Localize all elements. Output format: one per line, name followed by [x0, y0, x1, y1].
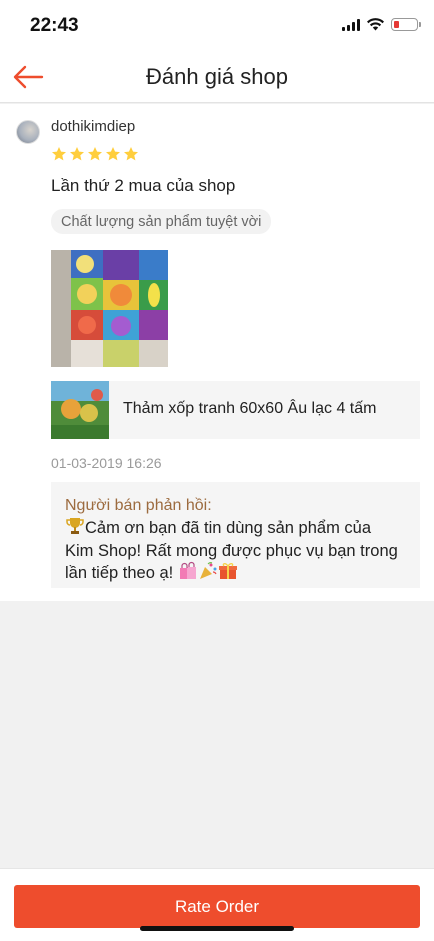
star-icon: [88, 147, 102, 161]
wifi-icon: [367, 18, 384, 31]
review-photo-image: [51, 250, 168, 367]
seller-reply-text: Cảm ơn bạn đã tin dùng sản phẩm của Kim …: [65, 516, 406, 587]
home-indicator: [140, 926, 294, 931]
review-tag: Chất lượng sản phẩm tuyệt vời: [51, 209, 272, 234]
product-thumbnail: [51, 381, 109, 439]
review-photo[interactable]: [51, 250, 168, 367]
star-icon: [70, 147, 84, 161]
seller-reply-line-2: Kim Shop! Rất mong được phục vụ bạn tron…: [65, 541, 398, 560]
seller-reply-line-3: lần tiếp theo ạ!: [65, 564, 174, 582]
review-card: dothikimdiep Lần thứ 2 mua của shop Chất…: [0, 104, 434, 601]
status-bar: 22:43: [0, 0, 434, 52]
bottom-bar: Rate Order: [0, 868, 434, 941]
party-popper-icon: [198, 561, 218, 587]
seller-reply: Người bán phản hồi: Cảm ơn bạn đã tin dù…: [51, 482, 420, 588]
star-icon: [106, 147, 120, 161]
trophy-icon: [65, 516, 85, 542]
review-date: 01-03-2019 16:26: [51, 455, 162, 471]
status-icons: [342, 18, 421, 31]
status-time: 22:43: [30, 15, 79, 36]
seller-reply-line-1: Cảm ơn bạn đã tin dùng sản phẩm của: [85, 519, 372, 537]
nav-bar: Đánh giá shop: [0, 52, 434, 103]
product-name: Thảm xốp tranh 60x60 Âu lạc 4 tấm: [123, 400, 377, 417]
star-icon: [124, 147, 138, 161]
signal-icon: [342, 18, 360, 31]
seller-reply-label: Người bán phản hồi:: [65, 497, 212, 514]
rate-order-button[interactable]: Rate Order: [14, 885, 420, 928]
gift-icon: [218, 561, 238, 587]
shopping-bags-icon: [178, 561, 198, 587]
page-title: Đánh giá shop: [146, 64, 288, 89]
review-text: Lần thứ 2 mua của shop: [51, 176, 236, 195]
avatar[interactable]: [16, 120, 40, 144]
star-rating: [51, 146, 139, 162]
battery-icon: [391, 18, 421, 31]
product-link[interactable]: Thảm xốp tranh 60x60 Âu lạc 4 tấm: [51, 381, 420, 439]
review-username: dothikimdiep: [51, 118, 136, 135]
star-icon: [52, 147, 66, 161]
